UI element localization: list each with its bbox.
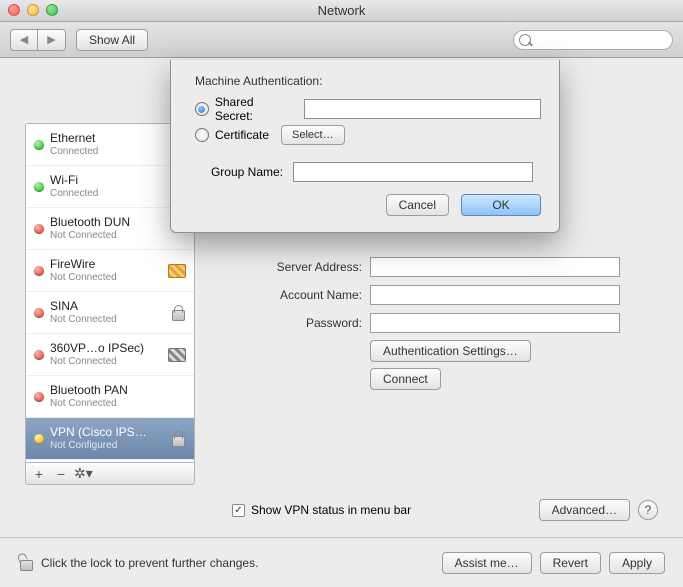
status-dot bbox=[34, 182, 44, 192]
server-address-field[interactable] bbox=[370, 257, 620, 277]
service-actions-menu[interactable]: ✲▾ bbox=[74, 465, 92, 482]
status-dot bbox=[34, 392, 44, 402]
service-status: Connected bbox=[50, 145, 98, 159]
lock-icon bbox=[166, 302, 188, 324]
window-title: Network bbox=[318, 3, 366, 18]
search-input[interactable] bbox=[513, 30, 673, 50]
close-window-button[interactable] bbox=[8, 4, 20, 16]
account-name-label: Account Name: bbox=[215, 288, 370, 302]
zoom-window-button[interactable] bbox=[46, 4, 58, 16]
stripe-lock-icon bbox=[166, 344, 188, 366]
sidebar-item-bluetooth-dun[interactable]: Bluetooth DUNNot Connected bbox=[26, 208, 194, 250]
status-dot bbox=[34, 308, 44, 318]
cancel-button[interactable]: Cancel bbox=[386, 194, 449, 216]
service-status: Connected bbox=[50, 187, 98, 201]
status-dot bbox=[34, 266, 44, 276]
status-dot bbox=[34, 224, 44, 234]
auth-settings-button[interactable]: Authentication Settings… bbox=[370, 340, 531, 362]
sidebar-item-vpn-cisco-ipsec-[interactable]: VPN (Cisco IPSec)Not Configured bbox=[26, 418, 194, 460]
group-name-field[interactable] bbox=[293, 162, 533, 182]
password-field[interactable] bbox=[370, 313, 620, 333]
service-name: Wi-Fi bbox=[50, 173, 98, 187]
ok-button[interactable]: OK bbox=[461, 194, 541, 216]
assist-me-button[interactable]: Assist me… bbox=[442, 552, 532, 574]
certificate-radio[interactable] bbox=[195, 128, 209, 142]
sidebar-tools: + − ✲▾ bbox=[25, 463, 195, 485]
toolbar: ◀ ▶ Show All bbox=[0, 22, 683, 58]
show-vpn-checkbox[interactable]: ✓ bbox=[232, 504, 245, 517]
shared-secret-radio[interactable] bbox=[195, 102, 209, 116]
footer: Click the lock to prevent further change… bbox=[0, 537, 683, 587]
service-name: VPN (Cisco IPSec) bbox=[50, 425, 150, 439]
titlebar: Network bbox=[0, 0, 683, 22]
show-all-button[interactable]: Show All bbox=[76, 29, 148, 51]
auth-sheet: Machine Authentication: Shared Secret: C… bbox=[170, 60, 560, 233]
service-status: Not Connected bbox=[50, 313, 117, 327]
lock-text: Click the lock to prevent further change… bbox=[41, 556, 258, 570]
service-status: Not Connected bbox=[50, 397, 128, 411]
sidebar-item-bluetooth-pan[interactable]: Bluetooth PANNot Connected bbox=[26, 376, 194, 418]
service-status: Not Configured bbox=[50, 439, 150, 453]
server-address-label: Server Address: bbox=[215, 260, 370, 274]
service-status: Not Connected bbox=[50, 271, 117, 285]
connect-button[interactable]: Connect bbox=[370, 368, 441, 390]
firewire-icon bbox=[166, 260, 188, 282]
select-certificate-button[interactable]: Select… bbox=[281, 125, 345, 145]
status-dot bbox=[34, 434, 44, 444]
shared-secret-label: Shared Secret: bbox=[215, 95, 294, 123]
sidebar-item-wi-fi[interactable]: Wi-FiConnected bbox=[26, 166, 194, 208]
show-vpn-row: ✓ Show VPN status in menu bar bbox=[232, 503, 411, 517]
advanced-button[interactable]: Advanced… bbox=[539, 499, 630, 521]
service-name: Bluetooth PAN bbox=[50, 383, 128, 397]
sidebar-item-sina[interactable]: SINANot Connected bbox=[26, 292, 194, 334]
service-status: Not Connected bbox=[50, 355, 144, 369]
sheet-title: Machine Authentication: bbox=[189, 74, 541, 88]
minimize-window-button[interactable] bbox=[27, 4, 39, 16]
certificate-label: Certificate bbox=[215, 128, 269, 142]
revert-button[interactable]: Revert bbox=[540, 552, 601, 574]
lock-icon[interactable] bbox=[18, 555, 33, 570]
apply-button[interactable]: Apply bbox=[609, 552, 665, 574]
service-name: 360VP…o IPSec) bbox=[50, 341, 144, 355]
sidebar-item-360vp-o-ipsec-[interactable]: 360VP…o IPSec)Not Connected bbox=[26, 334, 194, 376]
status-dot bbox=[34, 140, 44, 150]
service-name: FireWire bbox=[50, 257, 117, 271]
service-name: SINA bbox=[50, 299, 117, 313]
sidebar-item-ethernet[interactable]: EthernetConnected bbox=[26, 124, 194, 166]
sidebar-item-firewire[interactable]: FireWireNot Connected bbox=[26, 250, 194, 292]
back-button[interactable]: ◀ bbox=[10, 29, 38, 51]
nav-back-forward: ◀ ▶ bbox=[10, 29, 66, 51]
status-dot bbox=[34, 350, 44, 360]
show-vpn-label: Show VPN status in menu bar bbox=[251, 503, 411, 517]
shared-secret-field[interactable] bbox=[304, 99, 541, 119]
add-service-button[interactable]: + bbox=[30, 466, 48, 482]
window-controls bbox=[8, 4, 58, 16]
forward-button[interactable]: ▶ bbox=[38, 29, 66, 51]
service-name: Bluetooth DUN bbox=[50, 215, 130, 229]
password-label: Password: bbox=[215, 316, 370, 330]
service-name: Ethernet bbox=[50, 131, 98, 145]
remove-service-button[interactable]: − bbox=[52, 466, 70, 482]
service-status: Not Connected bbox=[50, 229, 130, 243]
group-name-label: Group Name: bbox=[195, 165, 287, 179]
help-button[interactable]: ? bbox=[638, 500, 658, 520]
account-name-field[interactable] bbox=[370, 285, 620, 305]
lock-icon bbox=[166, 428, 188, 450]
